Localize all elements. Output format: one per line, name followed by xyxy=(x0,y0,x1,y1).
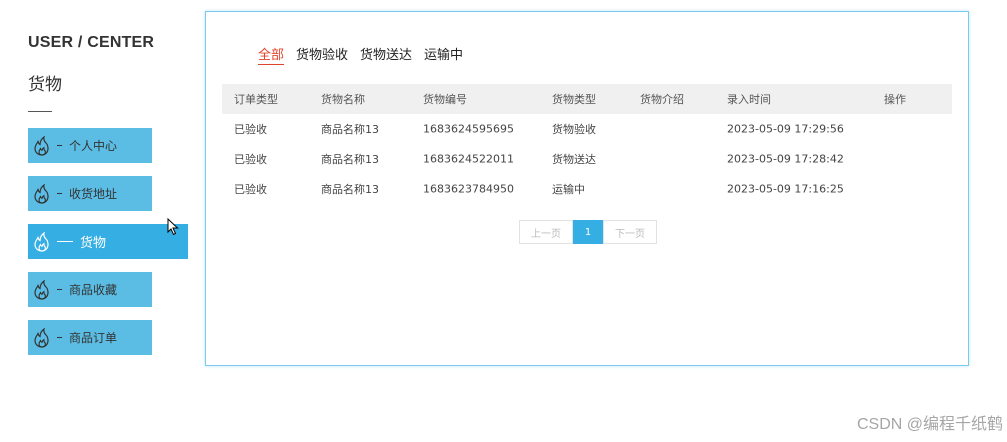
tab-goods-inspection[interactable]: 货物验收 xyxy=(296,44,348,65)
dash-separator xyxy=(57,193,62,194)
column-header: 操作 xyxy=(884,93,906,106)
table-cell: 商品名称13 xyxy=(321,123,379,136)
sidebar-item-label: 商品收藏 xyxy=(69,283,118,297)
table-cell: 已验收 xyxy=(234,153,267,166)
table-cell: 商品名称13 xyxy=(321,153,379,166)
goods-table: 订单类型 货物名称 货物编号 货物类型 货物介绍 录入时间 操作 已验收 商品名… xyxy=(222,84,952,204)
page-number-button[interactable]: 1 xyxy=(573,220,603,244)
column-header: 录入时间 xyxy=(727,93,771,106)
table-cell: 已验收 xyxy=(234,123,267,136)
table-cell: 商品名称13 xyxy=(321,183,379,196)
column-header: 货物类型 xyxy=(552,93,596,106)
flame-icon xyxy=(32,135,52,157)
flame-icon xyxy=(32,327,52,349)
column-header: 货物介绍 xyxy=(640,93,684,106)
sidebar-item-label: 收货地址 xyxy=(69,187,118,201)
table-row[interactable]: 已验收 商品名称13 1683624595695 货物验收 2023-05-09… xyxy=(222,114,952,144)
flame-icon xyxy=(32,279,52,301)
sidebar-item-favorites[interactable]: 商品收藏 xyxy=(28,272,152,307)
column-header: 货物编号 xyxy=(423,93,467,106)
sidebar-item-label: 商品订单 xyxy=(69,331,118,345)
content-panel: 全部 货物验收 货物送达 运输中 订单类型 货物名称 货物编号 货物类型 货物介… xyxy=(205,11,969,366)
pagination: 上一页 1 下一页 xyxy=(519,220,657,244)
tab-all[interactable]: 全部 xyxy=(258,44,285,65)
mouse-cursor-icon xyxy=(167,217,179,240)
sidebar-item-orders[interactable]: 商品订单 xyxy=(28,320,152,355)
flame-icon xyxy=(32,231,52,253)
table-cell: 已验收 xyxy=(234,183,267,196)
table-row[interactable]: 已验收 商品名称13 1683623784950 运输中 2023-05-09 … xyxy=(222,174,952,204)
next-page-button[interactable]: 下一页 xyxy=(603,220,657,244)
sidebar-subtitle: 货物 xyxy=(28,75,62,95)
sidebar-item-shipping-address[interactable]: 收货地址 xyxy=(28,176,152,211)
dash-separator xyxy=(57,289,62,290)
table-cell: 2023-05-09 17:16:25 xyxy=(727,182,844,196)
tab-goods-delivered[interactable]: 货物送达 xyxy=(360,44,412,65)
dash-separator xyxy=(57,241,73,242)
sidebar-item-label: 货物 xyxy=(80,236,107,251)
table-cell: 货物验收 xyxy=(552,123,596,136)
sidebar-item-goods[interactable]: 货物 xyxy=(28,224,188,259)
table-cell: 2023-05-09 17:29:56 xyxy=(727,122,844,136)
table-cell: 1683623784950 xyxy=(423,182,514,196)
table-header: 订单类型 货物名称 货物编号 货物类型 货物介绍 录入时间 操作 xyxy=(222,84,952,114)
prev-page-button[interactable]: 上一页 xyxy=(519,220,573,244)
dash-separator xyxy=(57,145,62,146)
dash-separator xyxy=(57,337,62,338)
table-cell: 运输中 xyxy=(552,183,585,196)
sidebar-item-personal-center[interactable]: 个人中心 xyxy=(28,128,152,163)
column-header: 订单类型 xyxy=(234,93,278,106)
sidebar-title: USER / CENTER xyxy=(28,34,155,51)
status-tabs: 全部 货物验收 货物送达 运输中 xyxy=(258,44,475,65)
table-cell: 1683624595695 xyxy=(423,122,514,136)
table-cell: 2023-05-09 17:28:42 xyxy=(727,152,844,166)
table-cell: 1683624522011 xyxy=(423,152,514,166)
flame-icon xyxy=(32,183,52,205)
tab-in-transit[interactable]: 运输中 xyxy=(424,44,463,65)
divider xyxy=(28,111,52,112)
column-header: 货物名称 xyxy=(321,93,365,106)
watermark: CSDN @编程千纸鹤 xyxy=(856,416,1003,433)
table-cell: 货物送达 xyxy=(552,153,596,166)
table-row[interactable]: 已验收 商品名称13 1683624522011 货物送达 2023-05-09… xyxy=(222,144,952,174)
sidebar-item-label: 个人中心 xyxy=(69,139,118,153)
